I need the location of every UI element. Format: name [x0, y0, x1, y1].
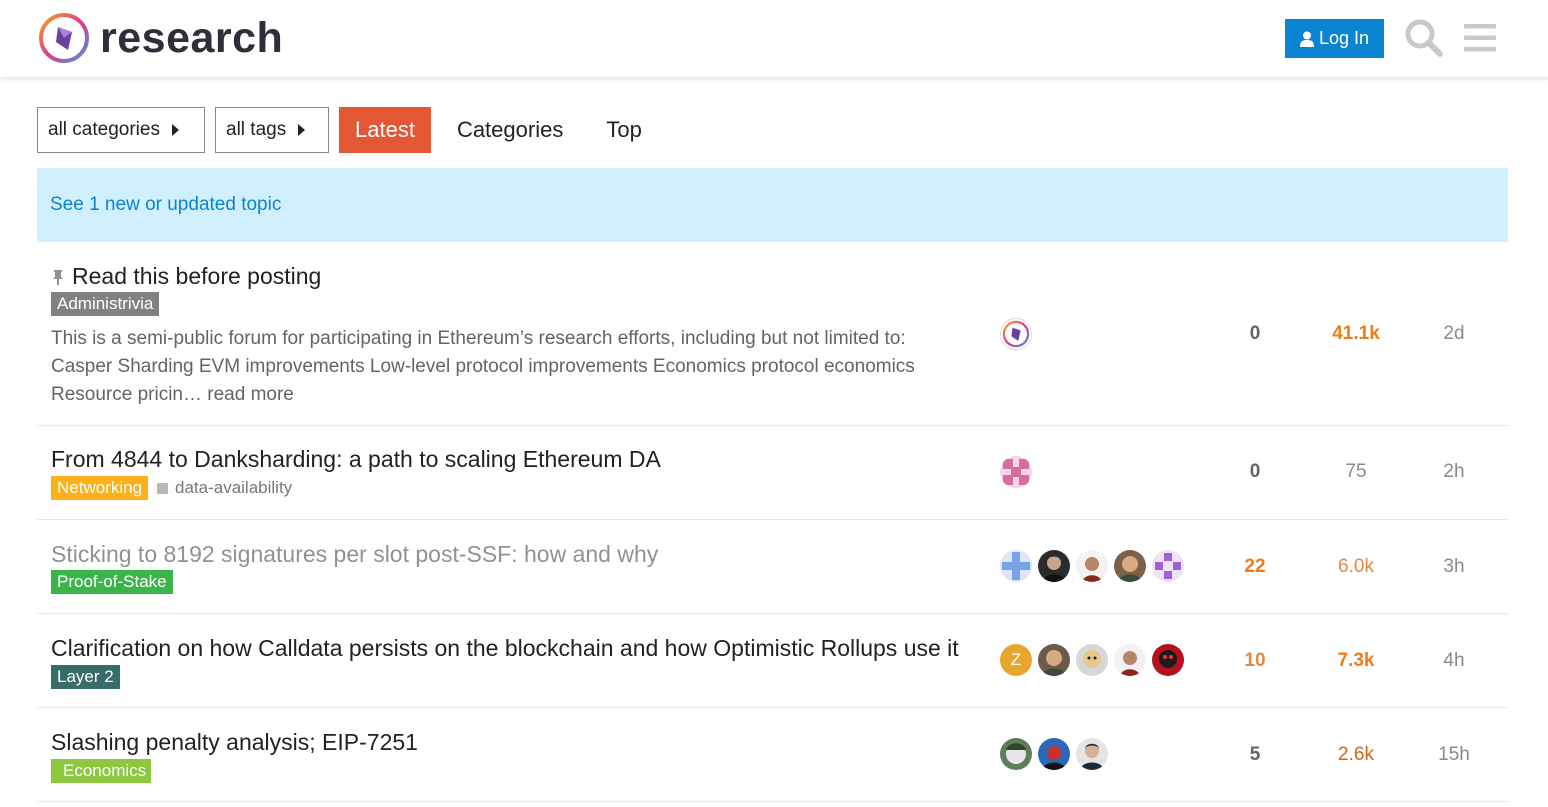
user-photo-icon [1042, 650, 1066, 676]
ethereum-research-logo-icon [39, 13, 89, 63]
categories-dropdown-label: all categories [48, 119, 160, 140]
topic-navigation: all categories all tags Latest Categorie… [37, 107, 664, 153]
topic-row: Clarification on how Calldata persists o… [37, 614, 1508, 708]
poster-avatar[interactable] [1038, 550, 1070, 582]
topic-posters [1000, 738, 1114, 770]
tag-square-icon [157, 482, 168, 494]
replies-count: 0 [1249, 323, 1261, 344]
category-badge[interactable]: Networking [51, 476, 149, 500]
topic-tag[interactable]: data-availability [157, 478, 292, 498]
category-badge[interactable]: Economics [51, 759, 152, 783]
topic-title: Read this before posting [72, 263, 322, 289]
poster-avatar[interactable] [1000, 456, 1032, 488]
topic-row: Sticking to 8192 signatures per slot pos… [37, 520, 1508, 614]
topic-posters: Z [1000, 644, 1190, 676]
activity-time[interactable]: 15h [1414, 744, 1494, 766]
topic-title-link[interactable]: Clarification on how Calldata persists o… [51, 635, 959, 662]
login-button[interactable]: Log In [1285, 19, 1384, 58]
login-label: Log In [1318, 28, 1370, 48]
show-new-topics-link[interactable]: See 1 new or updated topic [50, 194, 281, 216]
views-count: 2.6k [1338, 744, 1374, 765]
user-photo-icon [1159, 650, 1177, 668]
user-photo-icon [1042, 555, 1066, 582]
topic-row: Read this before posting Administrivia T… [37, 243, 1508, 426]
poster-avatar[interactable] [1038, 738, 1070, 770]
poster-avatar[interactable] [1114, 550, 1146, 582]
categories-dropdown[interactable]: all categories [37, 107, 205, 153]
hamburger-menu-icon[interactable] [1462, 20, 1498, 56]
views-count: 41.1k [1332, 323, 1380, 344]
poster-avatar[interactable] [1000, 550, 1032, 582]
activity-time[interactable]: 2h [1414, 461, 1494, 483]
blue-pattern-avatar-icon [1000, 550, 1032, 582]
replies-count: 10 [1244, 650, 1266, 671]
topic-row: From 4844 to Danksharding: a path to sca… [37, 426, 1508, 520]
topic-excerpt: This is a semi-public forum for particip… [51, 325, 951, 409]
user-photo-icon [1042, 746, 1066, 770]
caret-right-icon [298, 124, 306, 136]
pin-icon [53, 270, 63, 285]
tags-dropdown-label: all tags [226, 119, 287, 140]
poster-avatar[interactable] [1076, 550, 1108, 582]
topic-row: Slashing penalty analysis; EIP-7251 Econ… [37, 708, 1508, 802]
category-badge[interactable]: Layer 2 [51, 665, 120, 689]
tags-dropdown[interactable]: all tags [215, 107, 329, 153]
topic-posters [1000, 456, 1038, 488]
tag-label: data-availability [175, 478, 293, 497]
user-photo-icon [1006, 743, 1026, 764]
topic-title-link[interactable]: Slashing penalty analysis; EIP-7251 [51, 729, 418, 756]
poster-avatar[interactable] [1038, 644, 1070, 676]
activity-time[interactable]: 2d [1414, 323, 1494, 345]
avatar-letter: Z [1010, 650, 1022, 669]
poster-avatar[interactable] [1000, 738, 1032, 770]
topic-title-link[interactable]: Read this before posting [51, 263, 321, 290]
site-header: research Log In [0, 0, 1548, 77]
poster-avatar[interactable] [1152, 644, 1184, 676]
tab-top[interactable]: Top [585, 107, 663, 153]
tab-categories[interactable]: Categories [431, 107, 585, 153]
new-topics-banner: See 1 new or updated topic [37, 168, 1508, 242]
tab-latest[interactable]: Latest [339, 107, 431, 153]
user-photo-icon [1120, 651, 1140, 676]
category-badge[interactable]: Administrivia [51, 292, 160, 316]
poster-avatar[interactable] [1152, 550, 1184, 582]
user-photo-icon [1118, 556, 1142, 582]
poster-avatar[interactable] [1076, 644, 1108, 676]
topic-title-link[interactable]: Sticking to 8192 signatures per slot pos… [51, 541, 658, 568]
user-photo-icon [1080, 743, 1104, 770]
search-icon[interactable] [1404, 18, 1444, 58]
views-count: 75 [1345, 461, 1367, 482]
topic-posters [1000, 550, 1190, 582]
excerpt-text: This is a semi-public forum for particip… [51, 328, 915, 405]
read-more-link[interactable]: read more [207, 384, 294, 405]
poster-avatar[interactable] [1114, 644, 1146, 676]
poster-avatar[interactable] [1000, 318, 1032, 350]
activity-time[interactable]: 4h [1414, 650, 1494, 672]
activity-time[interactable]: 3h [1414, 556, 1494, 578]
site-logo[interactable]: research [38, 12, 283, 64]
user-photo-icon [1083, 650, 1101, 668]
pink-pattern-avatar-icon [1000, 456, 1032, 488]
user-icon [1299, 31, 1314, 47]
category-badge[interactable]: Proof-of-Stake [51, 570, 173, 594]
topic-posters [1000, 318, 1038, 350]
replies-count: 0 [1249, 461, 1261, 482]
poster-avatar[interactable] [1076, 738, 1108, 770]
views-count: 7.3k [1337, 650, 1375, 671]
replies-count: 22 [1244, 556, 1266, 577]
ethereum-research-logo-icon [1002, 320, 1030, 348]
site-name: research [100, 13, 284, 62]
purple-pattern-avatar-icon [1152, 550, 1184, 582]
caret-right-icon [171, 124, 179, 136]
views-count: 6.0k [1338, 556, 1374, 577]
replies-count: 5 [1249, 744, 1261, 765]
poster-avatar[interactable]: Z [1000, 644, 1032, 676]
topic-title-link[interactable]: From 4844 to Danksharding: a path to sca… [51, 446, 661, 473]
user-photo-icon [1082, 557, 1102, 582]
